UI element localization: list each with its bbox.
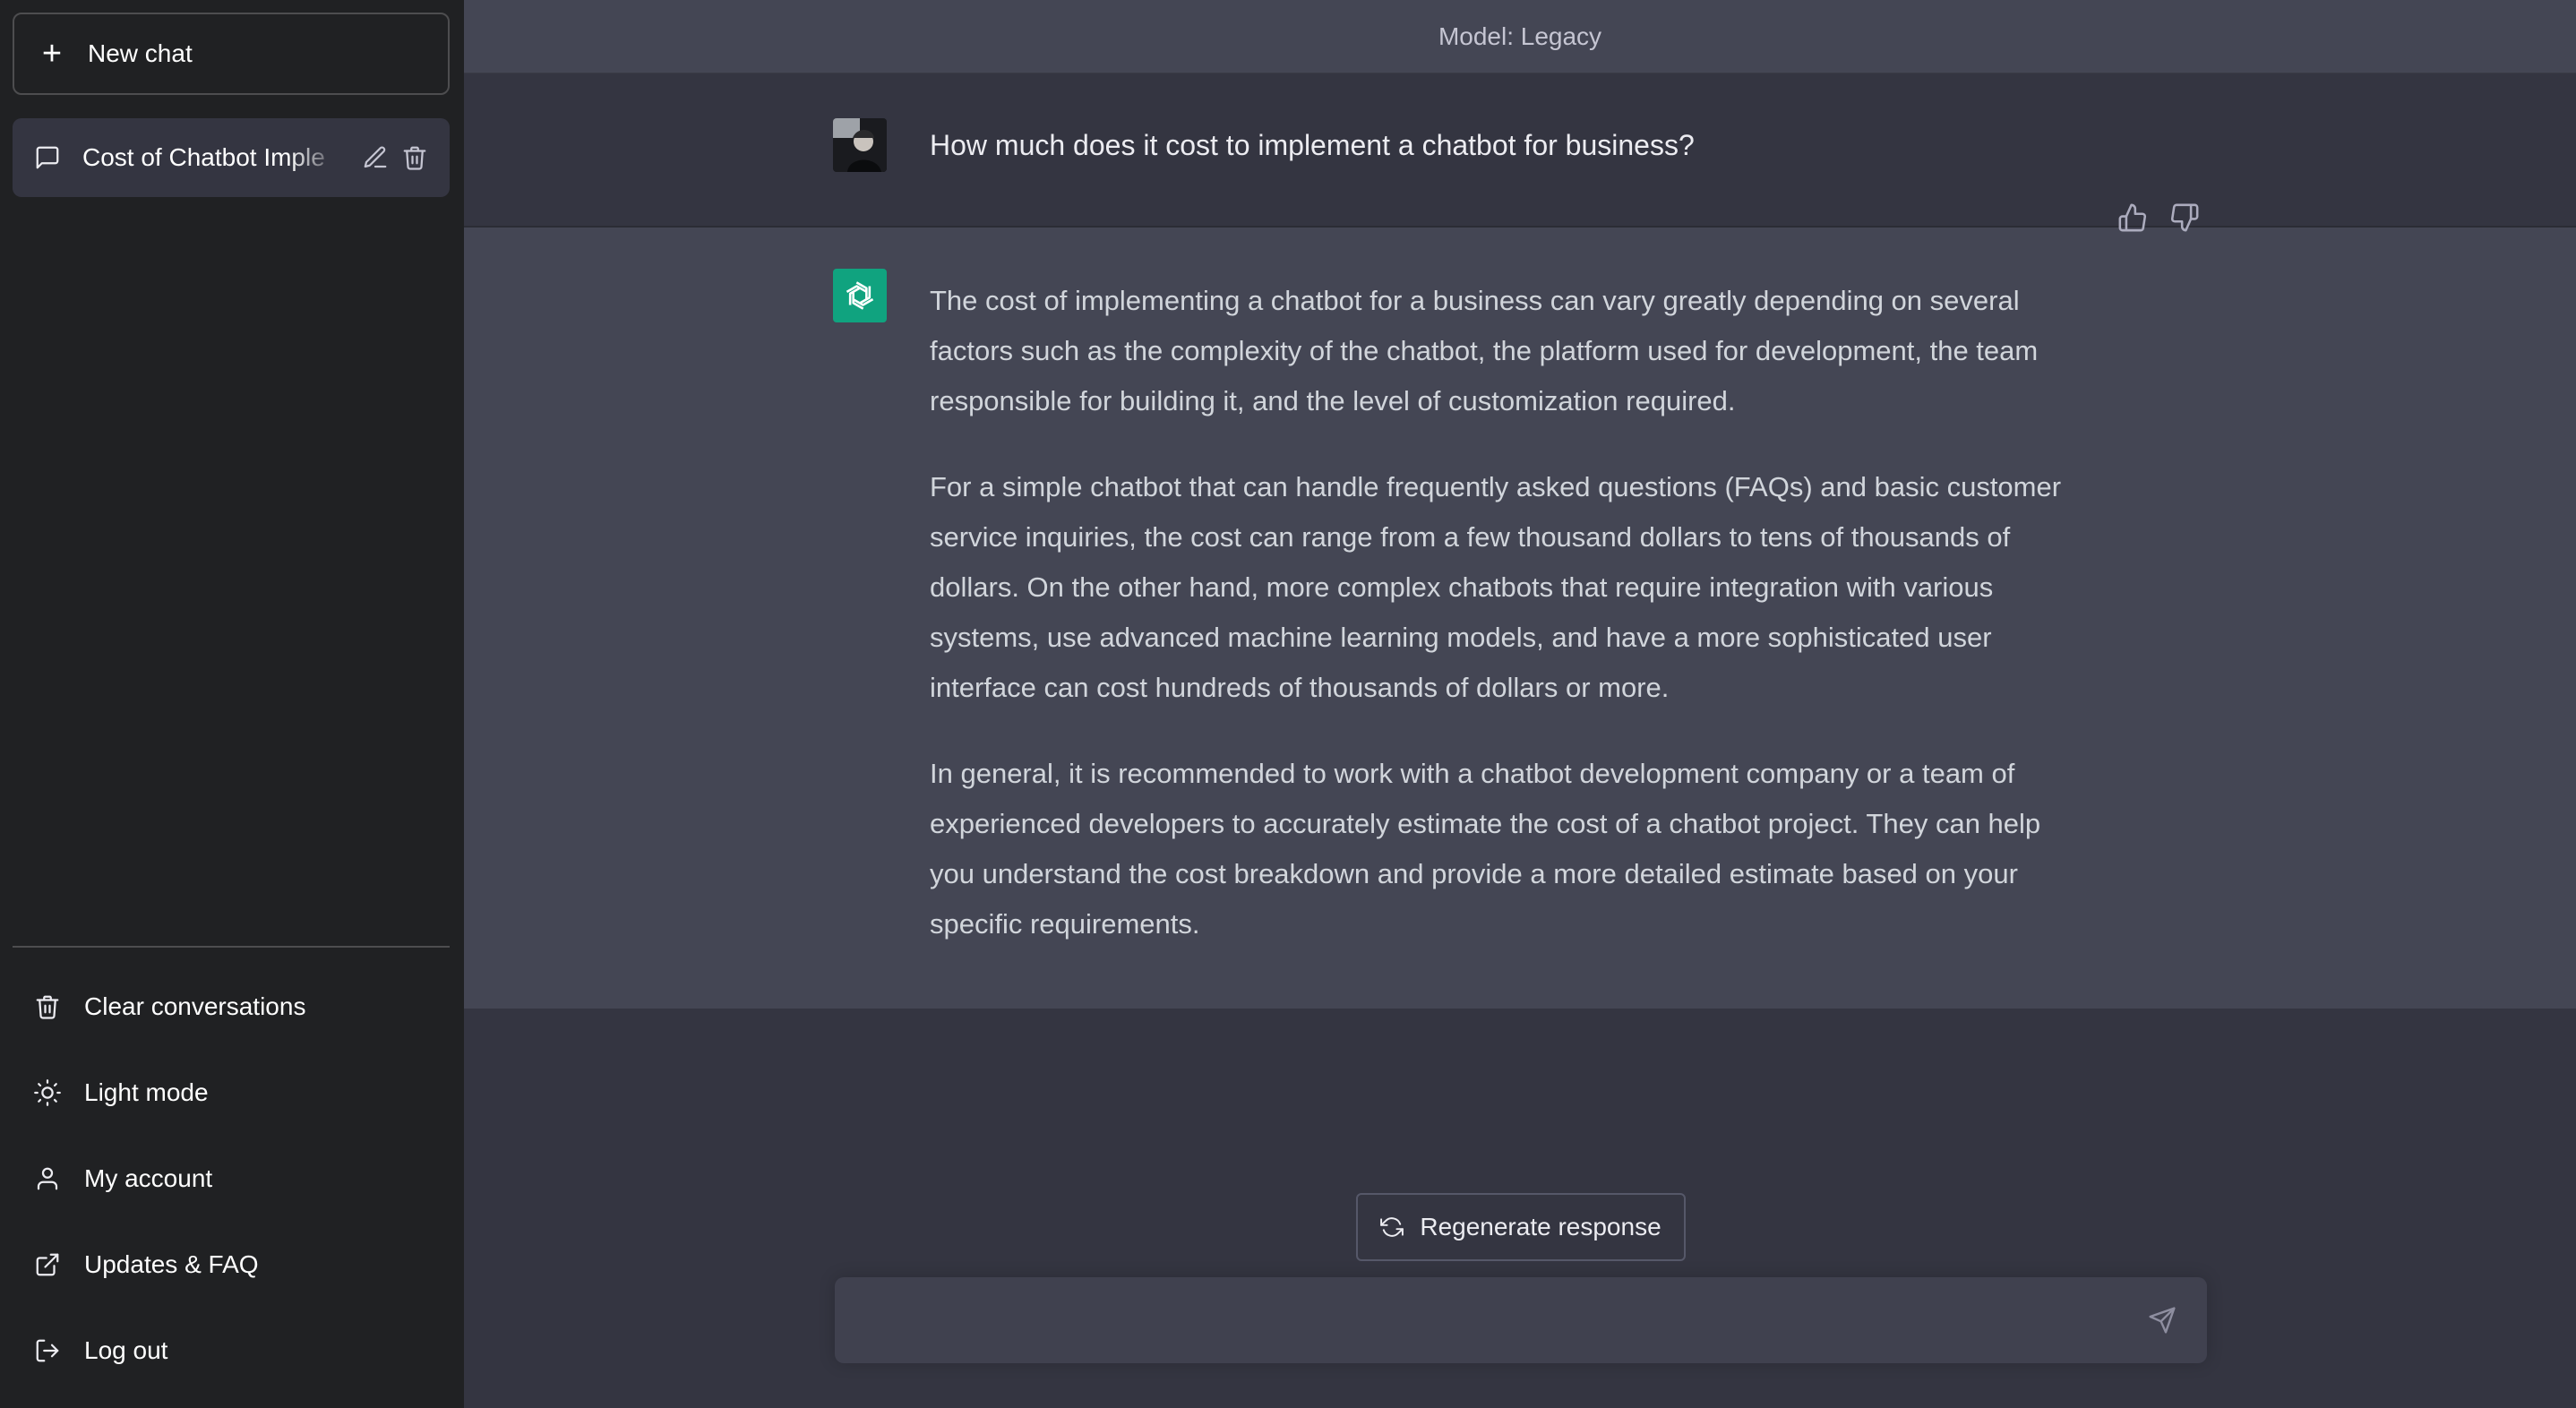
sidebar: + New chat Cost of Chatbot Imple Clear c… [0,0,464,1408]
user-icon [34,1165,61,1192]
new-chat-label: New chat [88,39,193,67]
updates-faq-link[interactable]: Updates & FAQ [13,1222,450,1308]
trash-icon[interactable] [401,144,428,171]
external-link-icon [34,1251,61,1278]
clear-conversations-button[interactable]: Clear conversations [13,964,450,1050]
logout-icon [34,1337,61,1364]
log-out-label: Log out [84,1336,168,1364]
message-icon [34,144,61,171]
conversation-title: Cost of Chatbot Imple [82,143,325,171]
chat-main: Model: Legacy How much does it cost to i… [464,0,2576,1408]
updates-faq-label: Updates & FAQ [84,1250,259,1278]
assistant-message: The cost of implementing a chatbot for a… [464,228,2576,1009]
openai-logo-icon [833,269,887,322]
light-mode-button[interactable]: Light mode [13,1050,450,1136]
answer-paragraph: In general, it is recommended to work wi… [930,758,2041,940]
answer-paragraph: The cost of implementing a chatbot for a… [930,285,2039,416]
clear-conversations-label: Clear conversations [84,992,306,1020]
paper-plane-icon[interactable] [2144,1302,2180,1338]
thumbs-down-icon[interactable] [2169,202,2200,233]
app-window: + New chat Cost of Chatbot Imple Clear c… [0,0,2576,1408]
message-input[interactable] [862,1302,2144,1338]
log-out-button[interactable]: Log out [13,1308,450,1394]
feedback-group [2117,202,2200,233]
regenerate-response-button[interactable]: Regenerate response [1356,1193,1686,1261]
sun-icon [34,1079,61,1106]
model-label: Model: Legacy [464,0,2576,73]
trash-icon [34,993,61,1020]
thumbs-up-icon[interactable] [2117,202,2148,233]
my-account-label: My account [84,1164,213,1192]
pencil-icon[interactable] [362,144,389,171]
refresh-icon [1380,1215,1404,1239]
light-mode-label: Light mode [84,1078,209,1106]
answer-paragraph: For a simple chatbot that can handle fre… [930,471,2062,703]
regenerate-label: Regenerate response [1420,1213,1662,1241]
user-avatar [833,118,887,172]
my-account-button[interactable]: My account [13,1136,450,1222]
user-question-text: How much does it cost to implement a cha… [930,129,1695,161]
user-message: How much does it cost to implement a cha… [464,73,2576,228]
message-composer [835,1277,2207,1363]
conversation-item[interactable]: Cost of Chatbot Imple [13,118,450,197]
new-chat-button[interactable]: + New chat [13,13,450,95]
assistant-answer: The cost of implementing a chatbot for a… [930,276,2085,985]
sidebar-divider [13,946,450,948]
plus-icon: + [41,35,63,73]
